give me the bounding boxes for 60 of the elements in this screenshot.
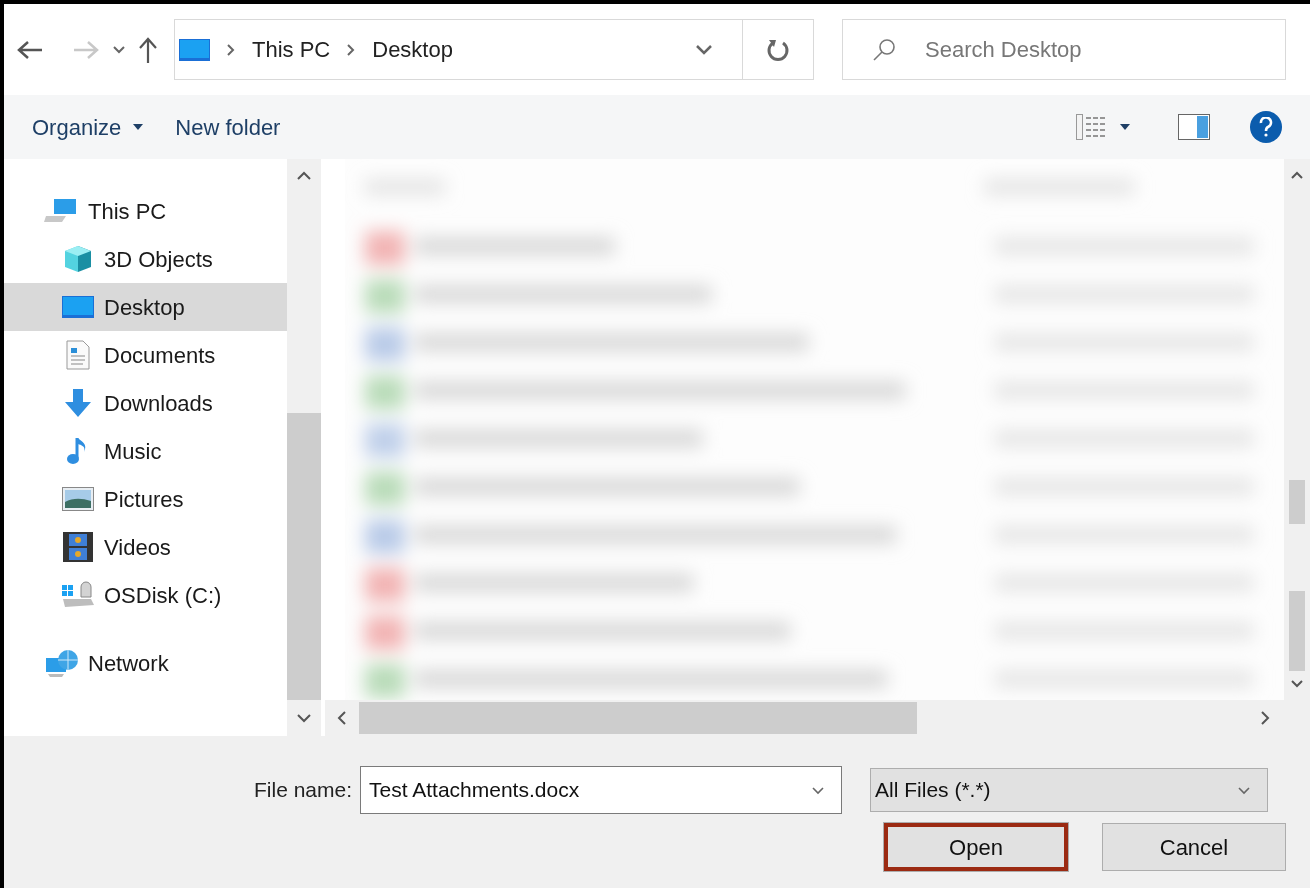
preview-pane-icon[interactable] bbox=[1178, 114, 1210, 140]
chevron-down-icon[interactable] bbox=[296, 713, 312, 723]
chevron-right-icon[interactable] bbox=[1260, 710, 1270, 726]
monitor-icon bbox=[62, 296, 94, 318]
chevron-down-icon[interactable] bbox=[811, 785, 826, 795]
back-arrow-icon[interactable] bbox=[16, 39, 44, 60]
drive-icon bbox=[61, 581, 95, 609]
film-strip-icon bbox=[63, 532, 93, 562]
file-name-input[interactable]: Test Attachments.docx bbox=[369, 774, 812, 806]
document-icon bbox=[65, 340, 91, 370]
caret-icon bbox=[133, 124, 144, 130]
scrollbar-thumb[interactable] bbox=[359, 702, 917, 734]
landscape-icon bbox=[62, 487, 94, 511]
sidebar-item[interactable]: Pictures bbox=[4, 475, 287, 523]
chevron-down-icon bbox=[1237, 785, 1252, 795]
cube-icon bbox=[63, 244, 93, 274]
vertical-scrollbar[interactable] bbox=[1284, 159, 1310, 700]
file-name-field[interactable]: Test Attachments.docx bbox=[360, 766, 843, 814]
sidebar-item[interactable]: Desktop bbox=[4, 283, 287, 331]
up-arrow-icon[interactable] bbox=[138, 35, 158, 64]
search-icon bbox=[871, 36, 897, 63]
help-button[interactable] bbox=[1250, 111, 1282, 143]
horizontal-scrollbar[interactable] bbox=[325, 700, 1310, 736]
breadcrumb[interactable]: This PC bbox=[252, 33, 331, 66]
sidebar-item[interactable]: Videos bbox=[4, 523, 287, 571]
caret-icon[interactable] bbox=[1120, 124, 1130, 130]
dialog-button[interactable]: Open bbox=[884, 823, 1068, 871]
vertical-scrollbar[interactable] bbox=[287, 159, 321, 700]
sidebar-item[interactable]: Downloads bbox=[4, 379, 287, 427]
scrollbar-thumb[interactable] bbox=[1289, 480, 1305, 524]
breadcrumb[interactable]: Desktop bbox=[372, 33, 453, 66]
chevron-up-icon[interactable] bbox=[296, 171, 312, 181]
toolbar-button[interactable]: Organize bbox=[32, 110, 144, 144]
chevron-right-icon bbox=[346, 42, 357, 57]
search-input[interactable]: Search Desktop bbox=[925, 33, 1185, 66]
file-name-label: File name: bbox=[254, 777, 353, 804]
address-bar[interactable]: This PC Desktop bbox=[174, 19, 814, 80]
toolbar-button[interactable]: New folder bbox=[175, 110, 281, 144]
scrollbar-thumb[interactable] bbox=[287, 413, 321, 700]
search-field[interactable]: Search Desktop bbox=[842, 19, 1286, 80]
details-view-icon[interactable] bbox=[1076, 114, 1108, 140]
sidebar-item[interactable]: 3D Objects bbox=[4, 235, 287, 283]
question-mark-icon bbox=[1259, 117, 1273, 137]
chevron-down-icon[interactable] bbox=[112, 44, 126, 55]
monitor-icon bbox=[179, 38, 210, 61]
scrollbar-thumb[interactable] bbox=[1289, 591, 1305, 671]
file-type-dropdown[interactable]: All Files (*.*) bbox=[870, 768, 1269, 812]
chevron-right-icon bbox=[226, 42, 236, 57]
dialog-button[interactable]: Cancel bbox=[1102, 823, 1286, 871]
sidebar-item[interactable]: Network bbox=[4, 639, 287, 687]
sidebar-item[interactable]: This PC bbox=[4, 187, 287, 235]
chevron-down-icon[interactable] bbox=[1290, 679, 1304, 688]
down-arrow-icon bbox=[64, 388, 92, 418]
sidebar-item[interactable]: Music bbox=[4, 427, 287, 475]
chevron-left-icon[interactable] bbox=[337, 710, 347, 726]
globe-computer-icon bbox=[44, 648, 80, 678]
chevron-down-icon[interactable] bbox=[694, 42, 714, 57]
sidebar-item[interactable]: OSDisk (C:) bbox=[4, 571, 287, 619]
sidebar-item[interactable]: Documents bbox=[4, 331, 287, 379]
chevron-up-icon[interactable] bbox=[1290, 171, 1304, 180]
